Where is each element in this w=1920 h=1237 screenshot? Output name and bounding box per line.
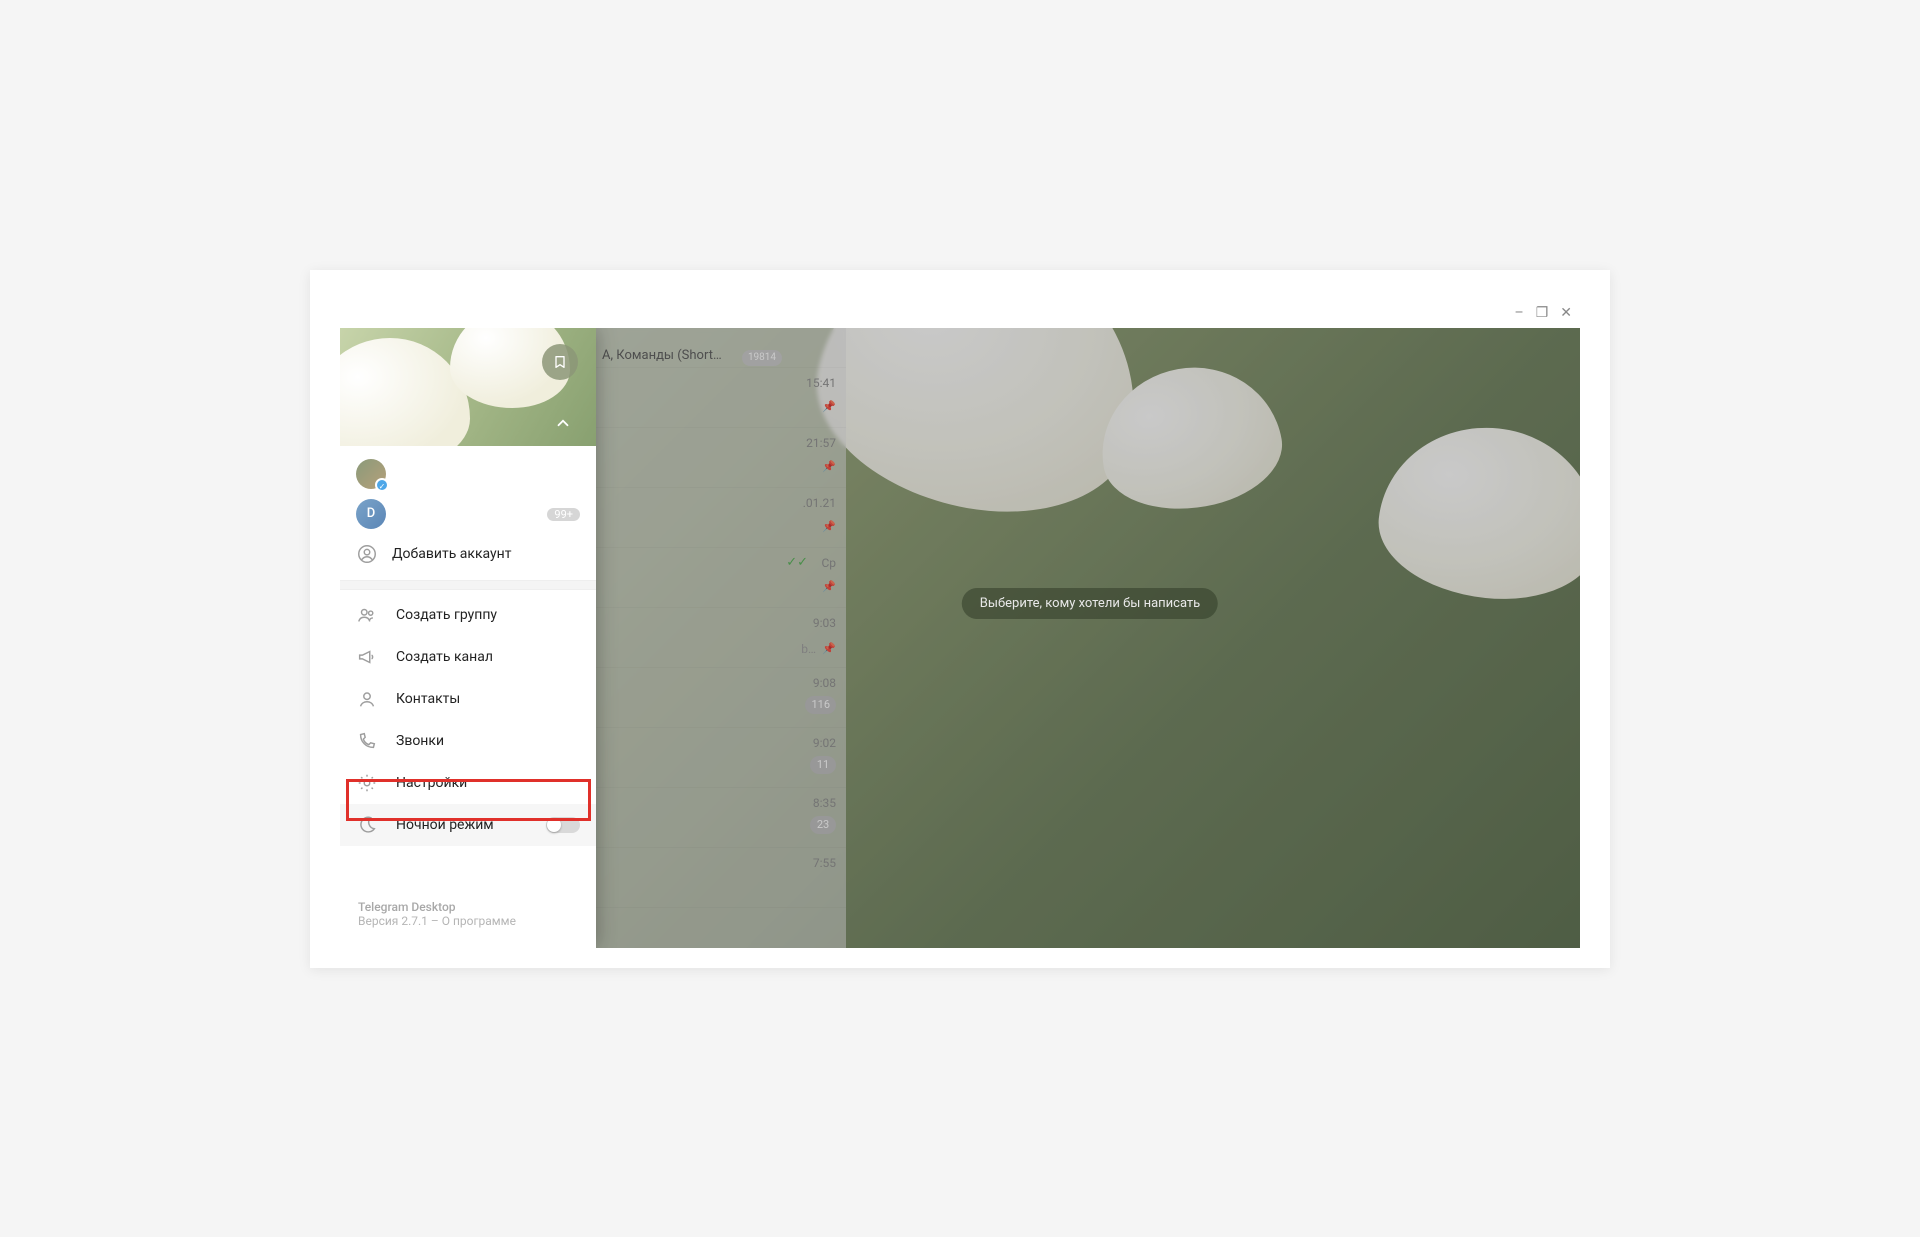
menu-new-channel[interactable]: Создать канал <box>340 636 596 678</box>
menu-section: Создать группу Создать канал Контакты <box>340 590 596 850</box>
chat-time: 21:57 <box>806 436 836 450</box>
drawer-footer: Telegram Desktop Версия 2.7.1 – О програ… <box>340 884 596 948</box>
avatar: D <box>356 499 386 529</box>
chat-time: 9:03 <box>813 616 836 630</box>
chat-row[interactable]: 21:57 📌 <box>596 428 846 488</box>
chat-count-badge: 19814 <box>742 350 782 366</box>
night-mode-toggle[interactable] <box>546 817 580 833</box>
chat-row[interactable]: 9:08 116 <box>596 668 846 728</box>
drawer-header <box>340 328 596 446</box>
pin-icon: 📌 <box>822 580 836 593</box>
chat-list-header: А, Команды (Short… 19814 <box>596 328 846 368</box>
phone-icon <box>356 730 378 752</box>
saved-messages-button[interactable] <box>542 344 578 380</box>
window-close-icon[interactable]: ✕ <box>1560 306 1572 320</box>
menu-label: Создать группу <box>396 607 497 623</box>
chat-time: 15:41 <box>806 376 836 390</box>
read-ticks-icon: ✓✓ <box>786 555 808 570</box>
chat-row[interactable]: 7:55 <box>596 848 846 908</box>
chat-time: 9:08 <box>813 676 836 690</box>
menu-calls[interactable]: Звонки <box>340 720 596 762</box>
main-menu-drawer: ✓ D 99+ Добавить аккаунт <box>340 328 596 948</box>
chat-time: .01.21 <box>803 496 836 510</box>
unread-badge: 23 <box>810 816 836 834</box>
menu-label: Настройки <box>396 775 467 791</box>
person-icon <box>356 688 378 710</box>
menu-label: Контакты <box>396 691 460 707</box>
app-window: Выберите, кому хотели бы написать А, Ком… <box>340 328 1580 948</box>
menu-label: Создать канал <box>396 649 493 665</box>
chat-list[interactable]: А, Команды (Short… 19814 15:41 📌 21:57 📌… <box>596 328 846 948</box>
version-link[interactable]: Версия 2.7.1 – О программе <box>358 914 578 928</box>
menu-settings[interactable]: Настройки <box>340 762 596 804</box>
chat-row[interactable]: .01.21 📌 <box>596 488 846 548</box>
menu-new-group[interactable]: Создать группу <box>340 594 596 636</box>
pin-icon: 📌 <box>822 400 836 413</box>
chat-row[interactable]: 15:41 📌 <box>596 368 846 428</box>
group-icon <box>356 604 378 626</box>
chat-title: А, Команды (Short… <box>602 348 722 363</box>
chat-time: 8:35 <box>813 796 836 810</box>
pin-icon: 📌 <box>822 460 836 473</box>
chat-row[interactable]: ✓✓ Ср 📌 <box>596 548 846 608</box>
add-account-label: Добавить аккаунт <box>392 546 511 562</box>
menu-label: Ночной режим <box>396 817 494 833</box>
app-frame: – ❐ ✕ Выберите, кому хотели бы написать … <box>310 270 1610 968</box>
moon-icon <box>356 814 378 836</box>
window-maximize-icon[interactable]: ❐ <box>1536 306 1549 320</box>
window-controls: – ❐ ✕ <box>340 300 1580 328</box>
chat-row[interactable]: 9:02 11 <box>596 728 846 788</box>
chat-time: 9:02 <box>813 736 836 750</box>
empty-chat-hint: Выберите, кому хотели бы написать <box>962 588 1218 619</box>
active-account-badge-icon: ✓ <box>375 478 389 492</box>
account-row[interactable]: ✓ <box>340 454 596 494</box>
chat-time: 7:55 <box>813 856 836 870</box>
menu-contacts[interactable]: Контакты <box>340 678 596 720</box>
chat-time: Ср <box>821 556 836 570</box>
app-name: Telegram Desktop <box>358 900 578 914</box>
account-row[interactable]: D 99+ <box>340 494 596 534</box>
add-account-button[interactable]: Добавить аккаунт <box>340 534 596 574</box>
unread-badge: 116 <box>805 696 836 714</box>
unread-badge: 99+ <box>547 508 580 521</box>
chat-row[interactable]: 8:35 23 <box>596 788 846 848</box>
unread-badge: 11 <box>810 756 836 774</box>
accounts-section: ✓ D 99+ Добавить аккаунт <box>340 446 596 580</box>
collapse-accounts-icon[interactable] <box>554 414 572 436</box>
chat-preview: b… <box>801 642 816 656</box>
divider <box>340 580 596 590</box>
pin-icon: 📌 <box>822 520 836 533</box>
menu-night-mode[interactable]: Ночной режим <box>340 804 596 846</box>
gear-icon <box>356 772 378 794</box>
add-account-icon <box>356 543 378 565</box>
pin-icon: 📌 <box>822 642 836 655</box>
megaphone-icon <box>356 646 378 668</box>
chat-row[interactable]: 9:03 b… 📌 <box>596 608 846 668</box>
window-minimize-icon[interactable]: – <box>1515 306 1524 320</box>
menu-label: Звонки <box>396 733 444 749</box>
